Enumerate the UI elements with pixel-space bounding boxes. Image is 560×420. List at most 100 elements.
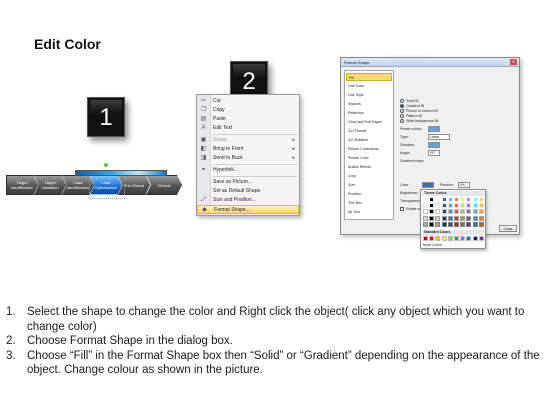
color-swatch[interactable]: [472, 221, 478, 227]
color-swatch[interactable]: [435, 197, 441, 202]
color-swatch[interactable]: [478, 209, 484, 215]
menu-item[interactable]: ▣ Group ▸: [197, 136, 299, 145]
color-swatch[interactable]: [472, 215, 478, 221]
category-item[interactable]: Fill: [346, 73, 392, 81]
menu-item[interactable]: ⚭ Hyperlink...: [197, 166, 299, 175]
standard-color-swatch[interactable]: [447, 236, 453, 241]
color-swatch[interactable]: [478, 203, 484, 209]
color-swatch[interactable]: [460, 215, 466, 221]
color-swatch[interactable]: [441, 197, 447, 202]
category-item[interactable]: Picture Corrections: [346, 145, 392, 153]
type-dropdown[interactable]: Linear: [428, 134, 450, 140]
color-swatch[interactable]: [423, 209, 428, 215]
category-item[interactable]: Line Style: [346, 91, 392, 99]
menu-item[interactable]: ◆ Format Shape...: [197, 205, 299, 214]
more-colors-link[interactable]: More Colors...: [423, 243, 444, 247]
color-swatch[interactable]: [472, 209, 478, 215]
standard-color-swatch[interactable]: [460, 236, 466, 241]
color-swatch[interactable]: [478, 197, 484, 202]
standard-color-swatch[interactable]: [441, 236, 447, 241]
standard-color-swatch[interactable]: [472, 236, 478, 241]
color-swatch[interactable]: [447, 197, 453, 202]
color-swatch[interactable]: [435, 203, 441, 209]
color-swatch[interactable]: [423, 197, 428, 202]
close-icon[interactable]: ✕: [510, 59, 517, 65]
category-item[interactable]: 3-D Rotation: [346, 136, 392, 144]
menu-item[interactable]: ▤ Paste: [197, 115, 299, 124]
standard-color-swatch[interactable]: [423, 236, 428, 241]
category-item[interactable]: Glow and Soft Edges: [346, 118, 392, 126]
color-swatch[interactable]: [441, 203, 447, 209]
menu-item[interactable]: Set as Default Shape: [197, 187, 299, 196]
color-swatch[interactable]: [466, 197, 472, 202]
color-swatch[interactable]: [423, 221, 428, 227]
color-swatch[interactable]: [460, 221, 466, 227]
category-item[interactable]: Picture Color: [346, 154, 392, 162]
color-swatch[interactable]: [466, 209, 472, 215]
color-swatch[interactable]: [429, 221, 435, 227]
standard-color-swatch[interactable]: [466, 236, 472, 241]
standard-color-swatch[interactable]: [429, 236, 435, 241]
menu-item[interactable]: ⤢ Size and Position...: [197, 196, 299, 205]
color-swatch[interactable]: [472, 197, 478, 202]
category-item[interactable]: Crop: [346, 172, 392, 180]
color-swatch[interactable]: [423, 215, 428, 221]
category-item[interactable]: 3-D Format: [346, 127, 392, 135]
menu-item[interactable]: ◧ Bring to Front ▸: [197, 145, 299, 154]
standard-color-swatch[interactable]: [435, 236, 441, 241]
color-swatch[interactable]: [478, 215, 484, 221]
color-swatch[interactable]: [466, 203, 472, 209]
category-item[interactable]: Artistic Effects: [346, 163, 392, 171]
color-swatch[interactable]: [441, 221, 447, 227]
color-swatch[interactable]: [478, 221, 484, 227]
color-swatch[interactable]: [454, 197, 459, 202]
angle-input[interactable]: 90°: [428, 150, 440, 156]
color-swatch[interactable]: [454, 203, 459, 209]
category-item[interactable]: Shadow: [346, 100, 392, 108]
color-swatch[interactable]: [429, 203, 435, 209]
color-swatch[interactable]: [447, 209, 453, 215]
color-swatch[interactable]: [429, 215, 435, 221]
color-swatch[interactable]: [466, 221, 472, 227]
color-swatch[interactable]: [441, 209, 447, 215]
menu-item[interactable]: Save as Picture...: [197, 178, 299, 187]
color-swatch[interactable]: [429, 209, 435, 215]
position-input[interactable]: 0%: [458, 182, 470, 188]
rotation-handle[interactable]: [104, 163, 108, 167]
color-swatch[interactable]: [447, 203, 453, 209]
color-swatch[interactable]: [447, 221, 453, 227]
category-item[interactable]: Text Box: [346, 199, 392, 207]
color-swatch[interactable]: [435, 209, 441, 215]
category-item[interactable]: Reflection: [346, 109, 392, 117]
color-dropdown[interactable]: [422, 182, 434, 188]
menu-item[interactable]: ✂ Cut: [197, 97, 299, 106]
color-swatch[interactable]: [460, 197, 466, 202]
color-swatch[interactable]: [454, 221, 459, 227]
standard-color-swatch[interactable]: [454, 236, 459, 241]
menu-item[interactable]: ◨ Send to Back ▸: [197, 154, 299, 163]
preset-colors-dropdown[interactable]: [428, 126, 440, 132]
color-swatch[interactable]: [472, 203, 478, 209]
color-swatch[interactable]: [435, 221, 441, 227]
category-item[interactable]: Line Color: [346, 82, 392, 90]
color-swatch[interactable]: [466, 215, 472, 221]
color-swatch[interactable]: [423, 203, 428, 209]
process-step[interactable]: Target Identification: [6, 175, 38, 195]
color-swatch[interactable]: [429, 197, 435, 202]
fill-option-slide-bg[interactable]: Slide background fill: [400, 119, 438, 124]
process-step[interactable]: Clinical: [146, 175, 182, 195]
standard-color-swatch[interactable]: [478, 236, 484, 241]
category-item[interactable]: Size: [346, 181, 392, 189]
color-swatch[interactable]: [454, 209, 459, 215]
gradient-stops-bar[interactable]: [75, 170, 167, 176]
color-swatch[interactable]: [460, 209, 466, 215]
color-swatch[interactable]: [435, 215, 441, 221]
color-swatch[interactable]: [441, 215, 447, 221]
color-swatch[interactable]: [454, 215, 459, 221]
menu-item[interactable]: A Edit Text: [197, 124, 299, 133]
menu-item[interactable]: ❐ Copy: [197, 106, 299, 115]
color-swatch[interactable]: [447, 215, 453, 221]
process-step[interactable]: Target Validation: [34, 175, 66, 195]
color-swatch[interactable]: [460, 203, 466, 209]
close-button[interactable]: Close: [499, 225, 517, 232]
